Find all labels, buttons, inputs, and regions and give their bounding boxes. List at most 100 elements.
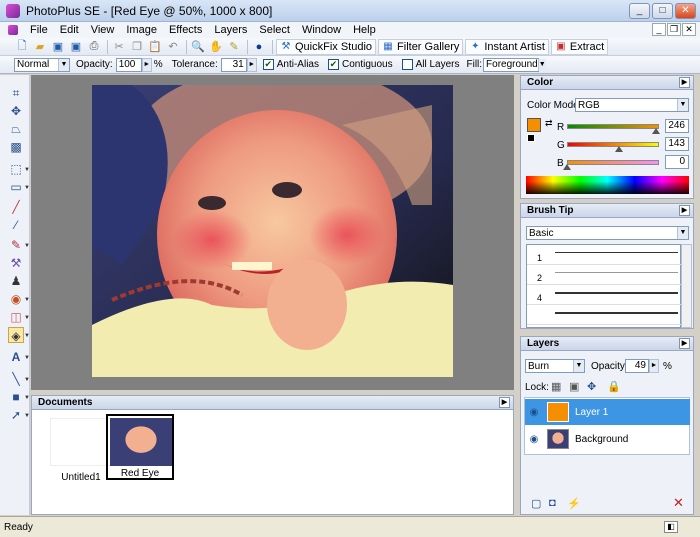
perspective-tool-icon[interactable]: ⏢ bbox=[8, 121, 24, 137]
chevron-down-icon[interactable]: ▼ bbox=[24, 167, 30, 173]
document-thumb-red-eye[interactable]: Red Eye bbox=[106, 414, 174, 480]
document-icon[interactable] bbox=[8, 25, 18, 35]
menu-image[interactable]: Image bbox=[120, 24, 163, 36]
minimize-button[interactable]: _ bbox=[629, 3, 650, 19]
chevron-down-icon[interactable]: ▼ bbox=[24, 377, 30, 383]
green-slider[interactable] bbox=[567, 142, 659, 147]
layer-row-layer1[interactable]: ◉ Layer 1 bbox=[525, 399, 690, 425]
color-spectrum[interactable] bbox=[526, 176, 689, 194]
close-button[interactable]: ✕ bbox=[675, 3, 696, 19]
blue-value[interactable]: 0 bbox=[665, 155, 689, 169]
clone-tool-icon[interactable]: ⚒ bbox=[8, 255, 24, 271]
chevron-down-icon[interactable]: ▼ bbox=[24, 395, 30, 401]
menu-layers[interactable]: Layers bbox=[208, 24, 253, 36]
brush-tool-icon[interactable]: ✎ bbox=[8, 237, 24, 253]
brush-list-scrollbar[interactable] bbox=[681, 244, 692, 328]
all-layers-checkbox[interactable] bbox=[401, 59, 413, 70]
effects-icon[interactable]: ⚡ bbox=[567, 497, 581, 510]
line-tool-icon[interactable]: ╲ bbox=[8, 371, 24, 387]
undo-icon[interactable]: ↶ bbox=[165, 40, 181, 54]
chevron-down-icon[interactable]: ▼ bbox=[24, 333, 30, 339]
tolerance-spin-button[interactable]: ► bbox=[246, 57, 257, 72]
instant-artist-button[interactable]: ✦ Instant Artist bbox=[465, 38, 549, 55]
red-slider[interactable] bbox=[567, 124, 659, 129]
delete-layer-icon[interactable]: ✕ bbox=[673, 495, 684, 511]
fill-select[interactable]: Foreground ▼ bbox=[483, 57, 546, 72]
fill-tool-icon[interactable]: ◈ bbox=[8, 327, 24, 343]
canvas-image[interactable] bbox=[92, 85, 453, 377]
cut-icon[interactable]: ✂ bbox=[111, 40, 127, 54]
chevron-down-icon[interactable]: ▼ bbox=[24, 413, 30, 419]
eye-icon[interactable]: ◉ bbox=[525, 428, 543, 450]
move-tool-icon[interactable]: ✥ bbox=[8, 103, 24, 119]
background-color-swatch[interactable] bbox=[527, 134, 535, 142]
help-icon[interactable]: ● bbox=[251, 40, 267, 54]
straighten-tool-icon[interactable]: ▩ bbox=[8, 139, 24, 155]
copy-icon[interactable]: ❐ bbox=[129, 40, 145, 54]
panel-toggle-icon[interactable]: ◧ bbox=[664, 521, 678, 533]
extract-button[interactable]: ▣ Extract bbox=[550, 38, 609, 55]
panel-menu-icon[interactable]: ▶ bbox=[679, 205, 690, 216]
chevron-down-icon[interactable]: ▼ bbox=[24, 297, 30, 303]
layer-blend-mode-select[interactable]: Burn ▼ bbox=[525, 359, 585, 373]
eye-icon[interactable]: ◉ bbox=[525, 401, 543, 423]
lock-all-icon[interactable]: 🔒 bbox=[607, 380, 621, 393]
canvas-workspace[interactable] bbox=[31, 75, 514, 390]
lock-transparency-icon[interactable]: ▦ bbox=[551, 380, 561, 393]
new-layer-icon[interactable]: ▢ bbox=[531, 497, 541, 510]
menu-effects[interactable]: Effects bbox=[163, 24, 208, 36]
doc-minimize-button[interactable]: _ bbox=[652, 23, 666, 36]
eraser-tool-icon[interactable]: ◫ bbox=[8, 309, 24, 325]
lock-position-icon[interactable]: ✥ bbox=[587, 380, 596, 393]
new-icon[interactable]: 🗋 bbox=[14, 40, 30, 54]
layer-opacity-input[interactable]: 49 bbox=[625, 359, 649, 373]
opacity-spin-button[interactable]: ► bbox=[141, 57, 152, 72]
panel-menu-icon[interactable]: ▶ bbox=[499, 397, 510, 408]
menu-file[interactable]: File bbox=[24, 24, 54, 36]
paste-icon[interactable]: 📋 bbox=[147, 40, 163, 54]
doc-close-button[interactable]: ✕ bbox=[682, 23, 696, 36]
shape-select-tool-icon[interactable]: ▭ bbox=[8, 179, 24, 195]
save-icon[interactable]: ▣ bbox=[50, 40, 66, 54]
brush-item[interactable]: 4 bbox=[527, 285, 682, 305]
brush-category-select[interactable]: Basic ▼ bbox=[526, 226, 689, 240]
tolerance-input[interactable]: 31 bbox=[220, 57, 247, 72]
panel-menu-icon[interactable]: ▶ bbox=[679, 338, 690, 349]
quickfix-studio-button[interactable]: ⚒ QuickFix Studio bbox=[276, 38, 377, 55]
chevron-down-icon[interactable]: ▼ bbox=[24, 315, 30, 321]
node-tool-icon[interactable]: ➚ bbox=[8, 407, 24, 423]
contiguous-checkbox[interactable]: ✔ bbox=[327, 59, 339, 70]
stamp-tool-icon[interactable]: ♟ bbox=[8, 273, 24, 289]
hand-icon[interactable]: ✋ bbox=[208, 40, 224, 54]
brush-list[interactable]: 1 2 4 bbox=[526, 244, 682, 328]
menu-view[interactable]: View bbox=[85, 24, 121, 36]
foreground-color-swatch[interactable] bbox=[527, 118, 541, 132]
red-eye-tool-icon[interactable]: ◉ bbox=[8, 291, 24, 307]
blend-mode-select[interactable]: Normal ▼ bbox=[14, 57, 70, 72]
measure-icon[interactable]: ✎ bbox=[226, 40, 242, 54]
chevron-down-icon[interactable]: ▼ bbox=[24, 243, 30, 249]
menu-select[interactable]: Select bbox=[253, 24, 296, 36]
menu-edit[interactable]: Edit bbox=[54, 24, 85, 36]
menu-window[interactable]: Window bbox=[296, 24, 347, 36]
filter-gallery-button[interactable]: ▦ Filter Gallery bbox=[378, 38, 464, 55]
lock-pixels-icon[interactable]: ▣ bbox=[569, 380, 579, 393]
text-tool-icon[interactable]: A bbox=[8, 349, 24, 365]
swap-colors-icon[interactable]: ⇄ bbox=[545, 118, 553, 129]
eyedropper-tool-icon[interactable]: ⁄ bbox=[8, 217, 24, 233]
chevron-down-icon[interactable]: ▼ bbox=[24, 355, 30, 361]
anti-alias-checkbox[interactable]: ✔ bbox=[262, 59, 274, 70]
menu-help[interactable]: Help bbox=[347, 24, 382, 36]
chevron-down-icon[interactable]: ▼ bbox=[24, 185, 30, 191]
brush-item[interactable]: 2 bbox=[527, 265, 682, 285]
brush-item[interactable]: 1 bbox=[527, 245, 682, 265]
layer-row-background[interactable]: ◉ Background bbox=[525, 426, 690, 452]
document-thumb-untitled1[interactable]: Untitled1 bbox=[50, 418, 112, 483]
shape-tool-icon[interactable]: ■ bbox=[8, 389, 24, 405]
crop-tool-icon[interactable]: ⌗ bbox=[8, 85, 24, 101]
print-icon[interactable]: ⎙ bbox=[86, 40, 102, 54]
blue-slider[interactable] bbox=[567, 160, 659, 165]
layer-opacity-spin-button[interactable]: ► bbox=[649, 359, 659, 373]
opacity-input[interactable]: 100 bbox=[115, 57, 142, 72]
color-mode-select[interactable]: RGB ▼ bbox=[575, 98, 689, 112]
